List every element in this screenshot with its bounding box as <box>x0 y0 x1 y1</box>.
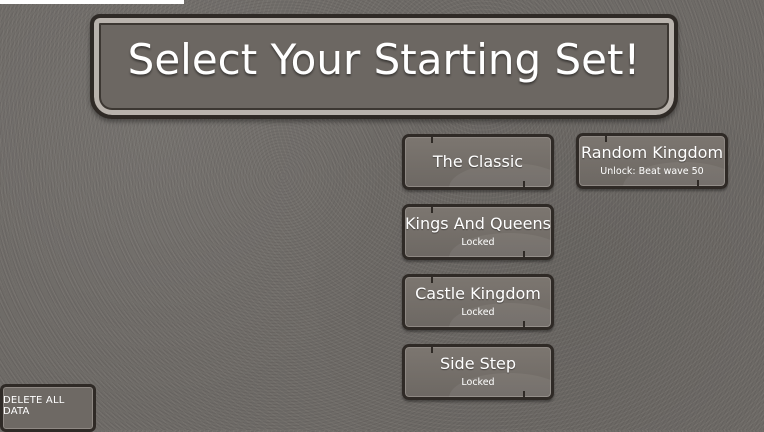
set-name: Kings And Queens <box>405 213 551 233</box>
set-name: Side Step <box>439 353 517 373</box>
set-name: The Classic <box>432 151 524 171</box>
set-button-side-step[interactable]: Side Step Locked <box>402 344 554 400</box>
set-status: Unlock: Beat wave 50 <box>600 166 704 178</box>
set-button-random-kingdom[interactable]: Random Kingdom Unlock: Beat wave 50 <box>576 133 728 189</box>
title-banner: Select Your Starting Set! <box>90 14 678 119</box>
set-button-kings-and-queens[interactable]: Kings And Queens Locked <box>402 204 554 260</box>
set-status: Locked <box>461 307 495 319</box>
delete-all-data-label: DELETE ALL DATA <box>3 395 65 417</box>
delete-all-data-button[interactable]: DELETE ALL DATA <box>0 384 96 432</box>
set-button-the-classic[interactable]: The Classic <box>402 134 554 190</box>
set-name: Random Kingdom <box>580 142 724 162</box>
set-name: Castle Kingdom <box>415 283 541 303</box>
page-title: Select Your Starting Set! <box>127 34 641 84</box>
set-status: Locked <box>461 377 495 389</box>
top-corner-mask <box>0 0 184 4</box>
set-status: Locked <box>461 237 495 249</box>
set-button-castle-kingdom[interactable]: Castle Kingdom Locked <box>402 274 554 330</box>
